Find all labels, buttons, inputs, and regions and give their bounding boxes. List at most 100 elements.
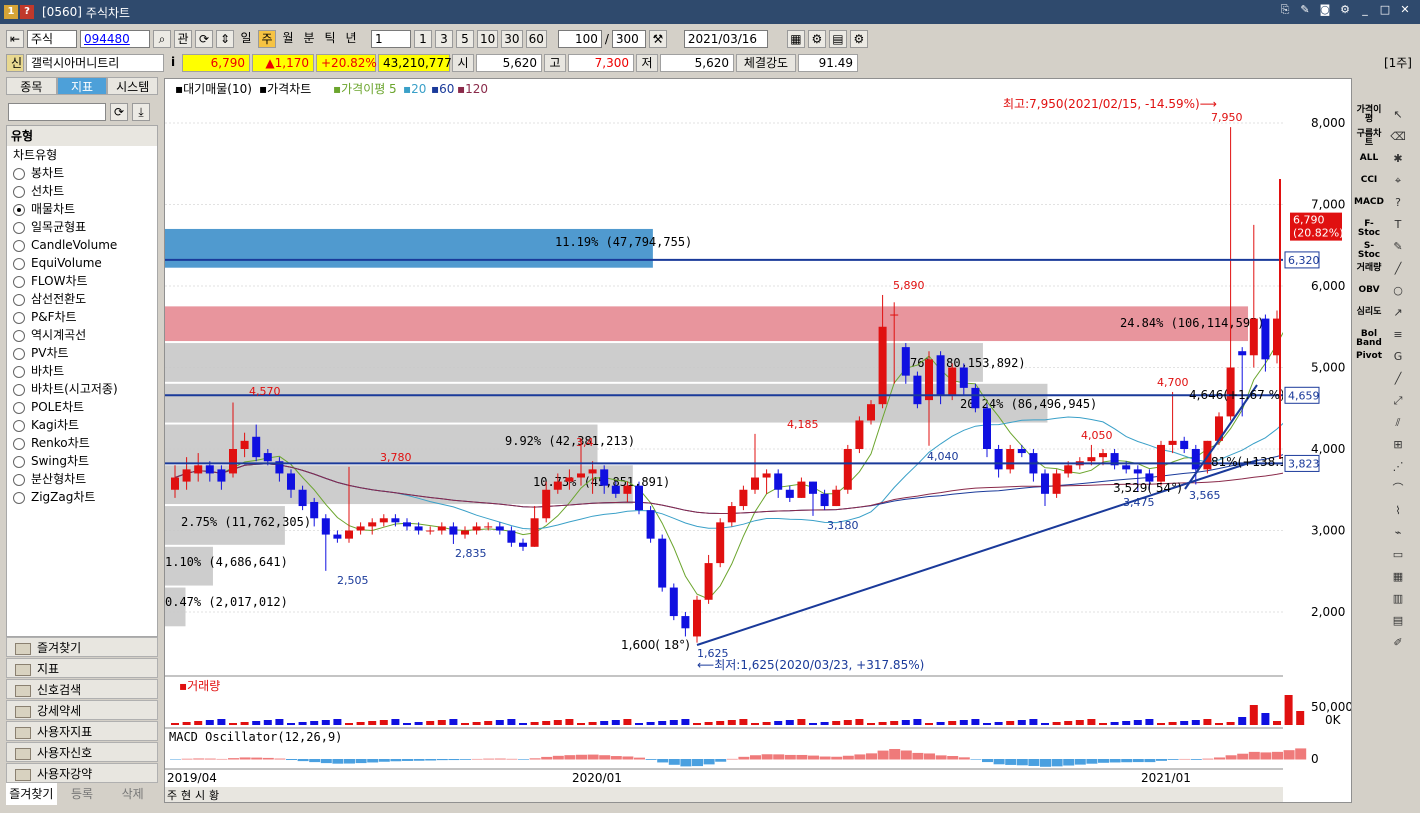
line-icon[interactable]: ╱ xyxy=(1386,258,1410,280)
wrench-icon[interactable]: ✐ xyxy=(1386,632,1410,654)
code-input[interactable]: 094480 xyxy=(80,30,150,48)
minimize-icon[interactable]: _ xyxy=(1358,3,1372,17)
settings-icon[interactable]: ⚒ xyxy=(648,30,667,48)
chart-type-option[interactable]: CandleVolume xyxy=(7,236,157,254)
indicator-shortcut[interactable]: 가격이평 xyxy=(1354,104,1384,128)
refresh-icon[interactable]: ⟳ xyxy=(195,30,213,48)
search-icon[interactable]: ⌕ xyxy=(153,30,171,48)
spinner-icon[interactable]: ⇕ xyxy=(216,30,234,48)
period-year[interactable]: 년 xyxy=(342,30,360,48)
save-icon[interactable]: ▦ xyxy=(786,30,805,48)
chart-type-option[interactable]: FLOW차트 xyxy=(7,272,157,290)
maximize-icon[interactable]: □ xyxy=(1378,3,1392,17)
chart-type-option[interactable]: PV차트 xyxy=(7,344,157,362)
chart-type-option[interactable]: 바차트 xyxy=(7,362,157,380)
num-10[interactable]: 10 xyxy=(477,30,499,48)
indicator-shortcut[interactable]: S-Stoc xyxy=(1354,240,1384,262)
chart-type-option[interactable]: P&F차트 xyxy=(7,308,157,326)
kwan-button[interactable]: 관 xyxy=(174,30,192,48)
indicator-shortcut[interactable]: OBV xyxy=(1354,284,1384,306)
chart-type-option[interactable]: 봉차트 xyxy=(7,164,157,182)
tab-indicator[interactable]: 지표 xyxy=(56,77,108,95)
period-day[interactable]: 일 xyxy=(237,30,255,48)
category-folder[interactable]: 지표 xyxy=(6,658,158,678)
chart-type-option[interactable]: 삼선전환도 xyxy=(7,290,157,308)
indicator-shortcut[interactable]: 심리도 xyxy=(1354,306,1384,328)
chart-type-option[interactable]: EquiVolume xyxy=(7,254,157,272)
first-page-icon[interactable]: ⇤ xyxy=(6,30,24,48)
question-icon[interactable]: ? xyxy=(1386,192,1410,214)
parallel-icon[interactable]: ⫽ xyxy=(1386,412,1410,434)
ray-icon[interactable]: ⤢ xyxy=(1386,390,1410,412)
chart-area[interactable]: 11.19% (47,794,755) 24.84% (106,114,595) 7… xyxy=(164,78,1362,803)
stack-icon[interactable]: ▤ xyxy=(1386,610,1410,632)
period-week[interactable]: 주 xyxy=(258,30,276,48)
chart-type-option[interactable]: 역시계곡선 xyxy=(7,326,157,344)
indicator-shortcut[interactable]: Bol Band xyxy=(1354,328,1384,350)
category-folder[interactable]: 신호검색 xyxy=(6,679,158,699)
period-minute[interactable]: 분 xyxy=(300,30,318,48)
indicator-shortcut[interactable]: MACD xyxy=(1354,196,1384,218)
cursor-icon[interactable]: ↖ xyxy=(1386,104,1410,126)
bar-icon[interactable]: ▥ xyxy=(1386,588,1410,610)
chart-type-option[interactable]: Renko차트 xyxy=(7,434,157,452)
category-folder[interactable]: 사용자강약 xyxy=(6,763,158,783)
chart-type-option[interactable]: 일목균형표 xyxy=(7,218,157,236)
window-icon[interactable]: ▭ xyxy=(1386,544,1410,566)
print-icon[interactable]: ▤ xyxy=(828,30,847,48)
count-select[interactable]: 1 xyxy=(371,30,411,48)
indicator-shortcut[interactable]: 구름차트 xyxy=(1354,128,1384,152)
chart-type-option[interactable]: POLE차트 xyxy=(7,398,157,416)
text-icon[interactable]: T xyxy=(1386,214,1410,236)
indicator-shortcut[interactable]: CCI xyxy=(1354,174,1384,196)
fan-icon[interactable]: ⋰ xyxy=(1386,456,1410,478)
num-30[interactable]: 30 xyxy=(501,30,523,48)
num-60[interactable]: 60 xyxy=(525,30,547,48)
camera-icon[interactable]: ◙ xyxy=(1318,3,1332,17)
config-icon[interactable]: ⚙ xyxy=(807,30,826,48)
category-folder[interactable]: 사용자신호 xyxy=(6,742,158,762)
edit-icon[interactable]: ✎ xyxy=(1298,3,1312,17)
tab-favorites-bottom[interactable]: 즐겨찾기 xyxy=(6,783,57,805)
register-button[interactable]: 등록 xyxy=(57,783,108,805)
filter-input[interactable] xyxy=(8,103,106,121)
chart-type-option[interactable]: Kagi차트 xyxy=(7,416,157,434)
chart-type-option[interactable]: 선차트 xyxy=(7,182,157,200)
download-icon[interactable]: ⤓ xyxy=(132,103,150,121)
auto-icon[interactable]: ⌁ xyxy=(1386,522,1410,544)
tab-stock[interactable]: 종목 xyxy=(6,77,57,95)
zig-icon[interactable]: ⌇ xyxy=(1386,500,1410,522)
tag-icon[interactable]: ⌖ xyxy=(1386,170,1410,192)
pen-icon[interactable]: ✎ xyxy=(1386,236,1410,258)
circle-icon[interactable]: ○ xyxy=(1386,280,1410,302)
chart-type-option[interactable]: 매물차트 xyxy=(7,200,157,218)
eraser-icon[interactable]: ⌫ xyxy=(1386,126,1410,148)
hline-icon[interactable]: ≡ xyxy=(1386,324,1410,346)
table-icon[interactable]: ▦ xyxy=(1386,566,1410,588)
indicator-shortcut[interactable]: 거래량 xyxy=(1354,262,1384,284)
num-1[interactable]: 1 xyxy=(414,30,432,48)
view-count-input[interactable]: 100 xyxy=(557,30,602,48)
tab-system[interactable]: 시스템 xyxy=(107,77,159,95)
grid-icon[interactable]: ⊞ xyxy=(1386,434,1410,456)
chart-type-option[interactable]: ZigZag차트 xyxy=(7,488,157,506)
indicator-shortcut[interactable]: Pivot xyxy=(1354,350,1384,372)
fibo-icon[interactable]: G xyxy=(1386,346,1410,368)
gear-icon[interactable]: ⚙ xyxy=(1338,3,1352,17)
chart-type-group[interactable]: 차트유형 xyxy=(7,146,157,164)
date-select[interactable]: 2021/03/16 xyxy=(683,30,768,48)
period-month[interactable]: 월 xyxy=(279,30,297,48)
info-icon[interactable]: i xyxy=(166,54,180,72)
chart-type-option[interactable]: 바차트(시고저종) xyxy=(7,380,157,398)
refresh-list-icon[interactable]: ⟳ xyxy=(110,103,128,121)
all-icon[interactable]: ✱ xyxy=(1386,148,1410,170)
help-icon[interactable]: ? xyxy=(20,5,34,19)
channel-icon[interactable]: ╱ xyxy=(1386,368,1410,390)
category-folder[interactable]: 강세약세 xyxy=(6,700,158,720)
period-tick[interactable]: 틱 xyxy=(321,30,339,48)
link-icon[interactable]: ⎘ xyxy=(1278,3,1292,17)
tools-icon[interactable]: ⚙ xyxy=(849,30,868,48)
trend-icon[interactable]: ↗ xyxy=(1386,302,1410,324)
delete-button[interactable]: 삭제 xyxy=(107,783,158,805)
category-folder[interactable]: 즐겨찾기 xyxy=(6,637,158,657)
